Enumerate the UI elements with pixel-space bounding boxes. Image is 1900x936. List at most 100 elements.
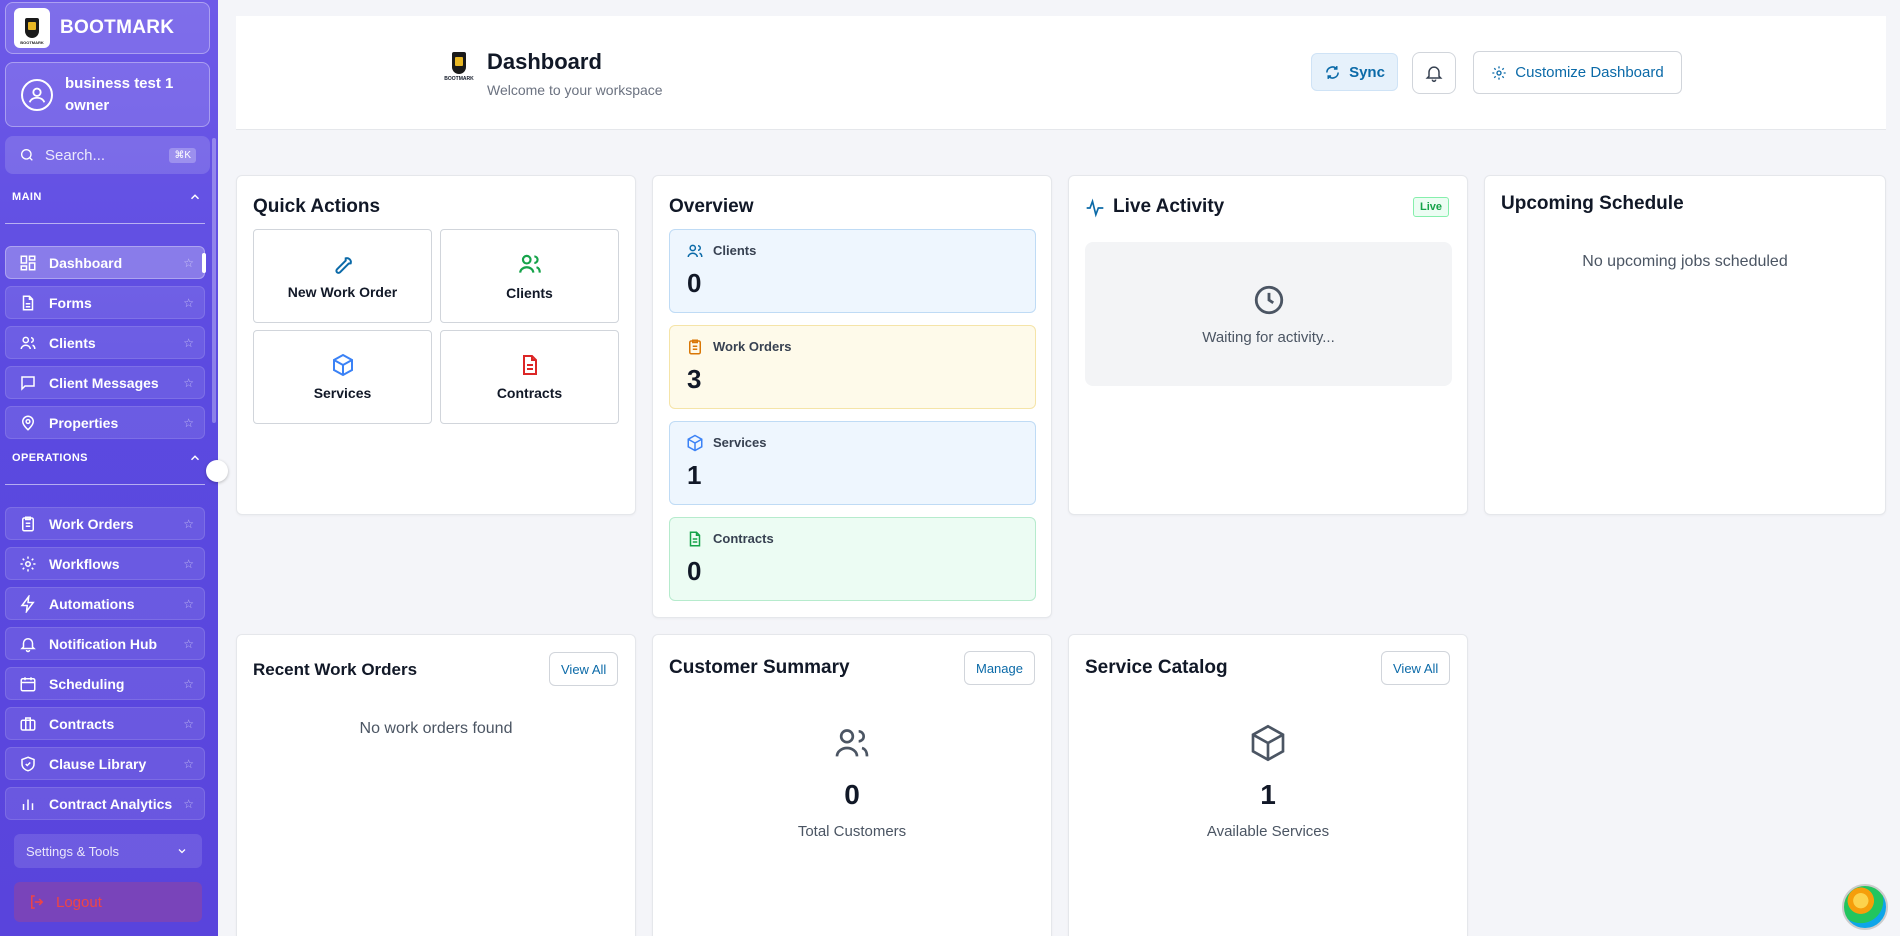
sidebar-item-notification-hub[interactable]: Notification Hub ☆ — [5, 627, 205, 660]
file-icon — [18, 293, 38, 313]
sidebar-item-contract-analytics[interactable]: Contract Analytics ☆ — [5, 787, 205, 820]
active-indicator — [202, 253, 206, 273]
sidebar-item-label: Clause Library — [49, 755, 147, 772]
customer-summary-title: Customer Summary — [669, 657, 850, 678]
sidebar-item-label: Client Messages — [49, 374, 159, 391]
upcoming-empty-text: No upcoming jobs scheduled — [1582, 253, 1788, 270]
service-catalog-card: Service Catalog View All 1 Available Ser… — [1068, 634, 1468, 936]
sidebar-scrollbar[interactable] — [212, 138, 216, 423]
quick-actions-card: Quick Actions New Work Order Clients Ser… — [236, 175, 636, 515]
clipboard-icon — [689, 339, 701, 355]
section-operations-label: OPERATIONS — [12, 452, 88, 464]
star-icon[interactable]: ☆ — [183, 376, 194, 390]
calendar-icon — [18, 674, 38, 694]
sidebar-item-scheduling[interactable]: Scheduling ☆ — [5, 667, 205, 700]
star-icon[interactable]: ☆ — [183, 256, 194, 270]
overview-value: 0 — [687, 268, 702, 298]
package-icon — [1069, 723, 1467, 763]
clients-quick-button[interactable]: Clients — [440, 229, 619, 323]
brand-name: BOOTMARK — [60, 17, 175, 38]
quick-actions-title: Quick Actions — [253, 196, 381, 217]
overview-label: Clients — [713, 243, 757, 258]
search-input[interactable]: Search... ⌘K — [5, 136, 210, 174]
chevron-up-icon[interactable] — [188, 190, 202, 204]
settings-tools-button[interactable]: Settings & Tools — [14, 834, 202, 868]
sidebar-item-contracts[interactable]: Contracts ☆ — [5, 707, 205, 740]
services-quick-button[interactable]: Services — [253, 330, 432, 424]
overview-contracts-tile[interactable]: Contracts 0 — [669, 517, 1036, 601]
overview-clients-tile[interactable]: Clients 0 — [669, 229, 1036, 313]
users-icon — [18, 333, 38, 353]
bell-icon — [1425, 66, 1443, 83]
contracts-quick-button[interactable]: Contracts — [440, 330, 619, 424]
sidebar-item-label: Work Orders — [49, 515, 134, 532]
sidebar-item-client-messages[interactable]: Client Messages ☆ — [5, 366, 205, 399]
customize-dashboard-button[interactable]: Customize Dashboard — [1473, 51, 1682, 94]
page-header: BOOTMARK Dashboard Welcome to your works… — [236, 16, 1886, 130]
sidebar-item-work-orders[interactable]: Work Orders ☆ — [5, 507, 205, 540]
star-icon[interactable]: ☆ — [183, 416, 194, 430]
sidebar-item-clause-library[interactable]: Clause Library ☆ — [5, 747, 205, 780]
star-icon[interactable]: ☆ — [183, 597, 194, 611]
logout-button[interactable]: Logout — [14, 882, 202, 922]
gear-icon — [18, 554, 38, 574]
sidebar-item-label: Workflows — [49, 555, 120, 572]
star-icon[interactable]: ☆ — [183, 757, 194, 771]
search-placeholder: Search... — [45, 146, 106, 164]
section-main-header[interactable]: MAIN — [12, 190, 202, 204]
star-icon[interactable]: ☆ — [183, 557, 194, 571]
overview-value: 1 — [687, 460, 702, 490]
star-icon[interactable]: ☆ — [183, 336, 194, 350]
activity-icon — [1086, 198, 1104, 218]
total-customers-caption: Total Customers — [797, 823, 907, 840]
overview-work-orders-tile[interactable]: Work Orders 3 — [669, 325, 1036, 409]
customer-summary-card: Customer Summary Manage 0 Total Customer… — [652, 634, 1052, 936]
sidebar-item-label: Contract Analytics — [49, 795, 173, 812]
clock-icon — [1254, 285, 1283, 314]
bell-icon — [18, 634, 38, 654]
sync-button[interactable]: Sync — [1311, 53, 1398, 91]
notifications-button[interactable] — [1412, 52, 1456, 94]
sidebar-item-label: Scheduling — [49, 675, 125, 692]
page-title: Dashboard — [487, 49, 602, 74]
waiting-text: Waiting for activity... — [1202, 328, 1335, 346]
logout-label: Logout — [56, 893, 102, 911]
sidebar: BOOTMARK BOOTMARK business test 1 owner … — [0, 0, 218, 936]
activity-placeholder: Waiting for activity... — [1085, 242, 1452, 386]
header-logo: BOOTMARK — [444, 52, 474, 90]
sidebar-item-workflows[interactable]: Workflows ☆ — [5, 547, 205, 580]
star-icon[interactable]: ☆ — [183, 637, 194, 651]
sidebar-item-label: Automations — [49, 595, 135, 612]
new-work-order-button[interactable]: New Work Order — [253, 229, 432, 323]
star-icon[interactable]: ☆ — [183, 797, 194, 811]
star-icon[interactable]: ☆ — [183, 717, 194, 731]
page-subtitle: Welcome to your workspace — [487, 82, 663, 98]
overview-services-tile[interactable]: Services 1 — [669, 421, 1036, 505]
section-operations-header[interactable]: OPERATIONS — [12, 451, 202, 465]
sidebar-collapse-toggle[interactable] — [206, 460, 228, 482]
brand[interactable]: BOOTMARK BOOTMARK — [5, 2, 210, 54]
star-icon[interactable]: ☆ — [183, 517, 194, 531]
refresh-icon — [1326, 65, 1340, 79]
sidebar-item-dashboard[interactable]: Dashboard ☆ — [5, 246, 205, 279]
star-icon[interactable]: ☆ — [183, 296, 194, 310]
user-avatar-icon — [21, 78, 53, 111]
overview-value: 0 — [687, 556, 702, 586]
manage-customers-button[interactable]: Manage — [964, 651, 1035, 685]
sidebar-item-automations[interactable]: Automations ☆ — [5, 587, 205, 620]
view-all-work-orders-button[interactable]: View All — [549, 652, 619, 686]
view-all-services-button[interactable]: View All — [1381, 651, 1451, 685]
overview-label: Contracts — [713, 531, 774, 546]
assistant-avatar[interactable] — [1842, 884, 1888, 930]
user-profile[interactable]: business test 1 owner — [5, 62, 210, 127]
sidebar-item-forms[interactable]: Forms ☆ — [5, 286, 205, 319]
star-icon[interactable]: ☆ — [183, 677, 194, 691]
upcoming-schedule-card: Upcoming Schedule No upcoming jobs sched… — [1484, 175, 1886, 515]
sidebar-item-label: Properties — [49, 414, 119, 431]
chevron-up-icon[interactable] — [188, 451, 202, 465]
sidebar-item-clients[interactable]: Clients ☆ — [5, 326, 205, 359]
total-customers-value: 0 — [844, 779, 860, 810]
overview-title: Overview — [669, 196, 754, 217]
sidebar-item-properties[interactable]: Properties ☆ — [5, 406, 205, 439]
document-icon — [689, 531, 701, 547]
